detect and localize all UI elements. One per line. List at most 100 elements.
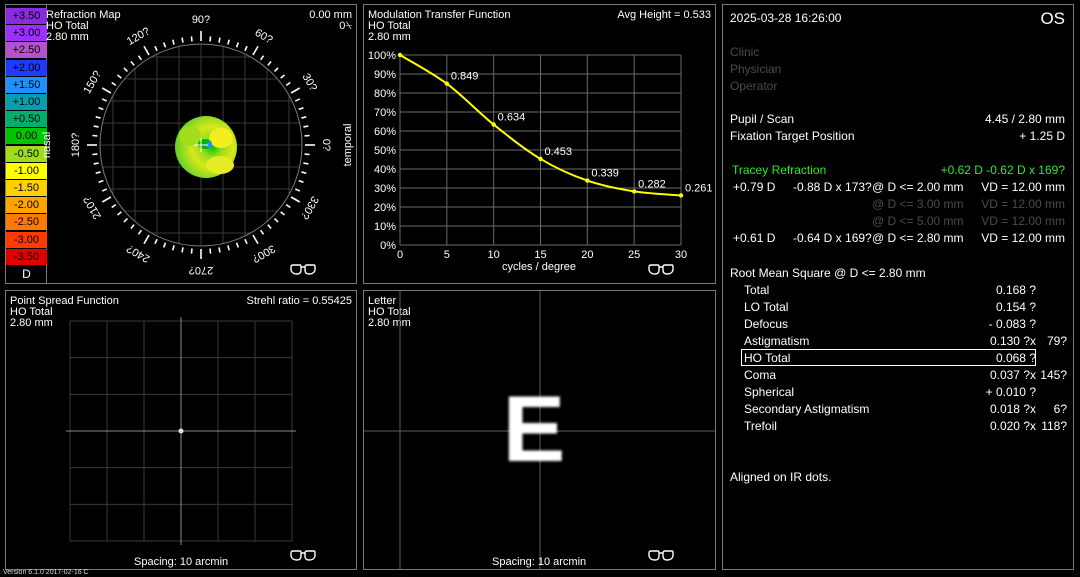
- mtf-data-point: [538, 156, 543, 162]
- refraction-vd: VD = 12.00 mm: [981, 180, 1065, 194]
- mtf-panel[interactable]: Modulation Transfer Function HO Total 2.…: [363, 4, 716, 284]
- info-panel: 2025-03-28 16:26:00 OS Clinic Physician …: [722, 4, 1074, 570]
- rms-row[interactable]: Coma 0.037 ?x 145?: [723, 368, 1073, 384]
- rms-label: HO Total: [744, 351, 791, 365]
- rms-row[interactable]: Spherical + 0.010 ?: [723, 385, 1073, 401]
- rms-row[interactable]: Trefoil 0.020 ?x 118?: [723, 419, 1073, 435]
- refraction-zone: @ D <= 5.00 mm: [872, 214, 964, 228]
- rms-axis: 79?: [1046, 334, 1067, 348]
- rms-value: 0.168 ?: [995, 283, 1036, 297]
- psf-panel[interactable]: Point Spread Function HO Total 2.80 mm S…: [5, 290, 357, 570]
- rms-value: 0.037 ?x: [989, 368, 1036, 382]
- x-tick-label: 30: [675, 249, 687, 261]
- angle-label: 60?: [253, 27, 275, 47]
- rms-row[interactable]: Defocus - 0.083 ?: [723, 317, 1073, 333]
- refraction-cyl: -0.64 D x 169?: [793, 231, 872, 245]
- y-tick-label: 80%: [374, 88, 396, 100]
- version-label: Version 6.1.0 2017-02-16 C: [3, 569, 89, 576]
- x-tick-label: 15: [534, 249, 546, 261]
- glasses-icon[interactable]: [290, 264, 316, 279]
- clinic-label: Clinic: [730, 45, 760, 59]
- rms-value: 0.154 ?: [995, 300, 1036, 314]
- mtf-data-point: [678, 193, 684, 198]
- exam-datetime: 2025-03-28 16:26:00: [730, 11, 842, 25]
- glasses-icon[interactable]: [648, 264, 674, 279]
- mtf-data-point: [585, 178, 590, 183]
- psf-spacing: Spacing: 10 arcmin: [134, 556, 229, 568]
- refraction-vd: VD = 12.00 mm: [981, 214, 1065, 228]
- refraction-map-plot: 0? 30? 60? 90? 120? 150? 180? 210? 240? 270? 300? 3…: [41, 14, 354, 276]
- refraction-zone: @ D <= 2.00 mm: [872, 180, 964, 194]
- angle-label: 270?: [189, 264, 213, 276]
- glasses-icon[interactable]: [290, 550, 316, 565]
- rms-label: Secondary Astigmatism: [744, 402, 870, 416]
- angle-label: 120?: [125, 25, 152, 48]
- angle-label: 300?: [250, 242, 277, 265]
- rms-label: LO Total: [744, 300, 789, 314]
- refraction-vd: VD = 12.00 mm: [981, 231, 1065, 245]
- tracey-refraction-value: +0.62 D -0.62 D x 169?: [940, 163, 1065, 177]
- nasal-label: nasal: [41, 132, 53, 158]
- rms-row[interactable]: Secondary Astigmatism 0.018 ?x 6?: [723, 402, 1073, 418]
- rms-label: Defocus: [744, 317, 789, 331]
- mtf-data-label: 0.849: [451, 71, 479, 83]
- tracey-refraction-label: Tracey Refraction: [732, 163, 827, 177]
- mtf-data-point: [444, 81, 450, 86]
- mtf-data-label: 0.261: [685, 182, 713, 194]
- mtf-grid: [399, 54, 682, 246]
- rms-row[interactable]: Astigmatism 0.130 ?x 79?: [723, 334, 1073, 350]
- y-tick-label: 40%: [374, 164, 396, 176]
- y-tick-label: 50%: [374, 145, 396, 157]
- letter-panel[interactable]: Letter HO Total 2.80 mm E Spacing: 10 ar…: [363, 290, 716, 570]
- temporal-label: temporal: [342, 124, 354, 167]
- rms-label: Total: [744, 283, 770, 297]
- rms-axis: 6?: [1053, 402, 1067, 416]
- rms-value: 0.020 ?x: [989, 419, 1036, 433]
- rms-label: Trefoil: [744, 419, 777, 433]
- mtf-x-axis-label: cycles / degree: [502, 261, 576, 273]
- mtf-data-label: 0.339: [591, 168, 619, 180]
- x-tick-label: 5: [444, 249, 450, 261]
- rms-row[interactable]: HO Total 0.068 ?: [723, 349, 1073, 367]
- mtf-data-label: 0.634: [498, 112, 526, 124]
- refraction-sph: +0.79 D: [733, 180, 776, 194]
- rms-label: Astigmatism: [744, 334, 810, 348]
- letter-glyph: E: [502, 376, 566, 481]
- operator-label: Operator: [730, 79, 778, 93]
- refraction-map-panel[interactable]: +3.50 +3.00 +2.50 +2.00 +1.50 +1.00 +0.50 0.00-…: [5, 4, 357, 284]
- rms-row[interactable]: LO Total 0.154 ?: [723, 300, 1073, 316]
- refraction-vd: VD = 12.00 mm: [981, 197, 1065, 211]
- alignment-note: Aligned on IR dots.: [730, 470, 832, 484]
- angle-label: 0?: [320, 139, 332, 151]
- y-tick-label: 100%: [368, 50, 396, 62]
- rms-row[interactable]: Total 0.168 ?: [723, 283, 1073, 299]
- refraction-zone: @ D <= 3.00 mm: [872, 197, 964, 211]
- x-tick-label: 0: [397, 249, 403, 261]
- psf-plot: [66, 317, 296, 545]
- rms-label: Coma: [744, 368, 777, 382]
- glasses-icon[interactable]: [648, 550, 674, 565]
- rms-axis: 118?: [1041, 419, 1067, 433]
- eye-indicator: OS: [1040, 9, 1065, 28]
- y-tick-label: 10%: [374, 221, 396, 233]
- fixation-label: Fixation Target Position: [730, 129, 855, 143]
- rms-title: Root Mean Square @ D <= 2.80 mm: [730, 266, 926, 280]
- mtf-data-label: 0.453: [545, 146, 573, 158]
- angle-label: 330?: [298, 194, 321, 221]
- refraction-map-blob: [175, 116, 237, 178]
- angle-label: 90?: [192, 14, 210, 26]
- y-tick-label: 90%: [374, 69, 396, 81]
- x-tick-label: 25: [628, 249, 640, 261]
- mtf-data-point: [397, 52, 403, 58]
- rms-label: Spherical: [744, 385, 795, 399]
- y-tick-label: 60%: [374, 126, 396, 138]
- y-tick-label: 20%: [374, 202, 396, 214]
- refraction-sph: +0.61 D: [733, 231, 776, 245]
- mtf-data-point: [631, 189, 637, 194]
- angle-label: 150?: [81, 69, 104, 96]
- rms-value: + 0.010 ?: [985, 385, 1036, 399]
- mtf-data-point: [491, 122, 496, 127]
- pupil-scan-value: 4.45 / 2.80 mm: [984, 112, 1065, 126]
- angle-label: 180?: [70, 133, 82, 157]
- pupil-scan-label: Pupil / Scan: [730, 112, 795, 126]
